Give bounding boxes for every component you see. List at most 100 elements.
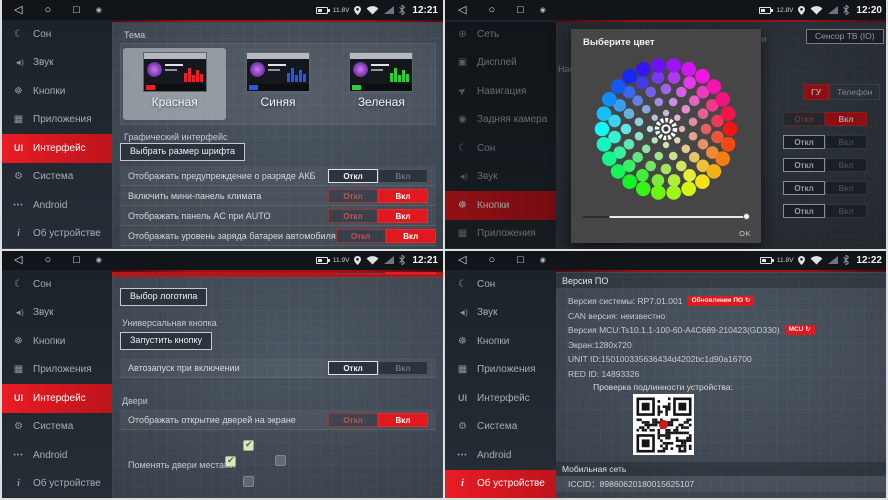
sidebar-item-label: Кнопки bbox=[33, 336, 65, 347]
screen-about-device: ◁ ○ □ ◉ 11.8V 12:22 ☾Сон◄)Звук☸Кнопки▦Пр… bbox=[444, 250, 888, 500]
sidebar-item[interactable]: UIИнтерфейс bbox=[0, 134, 112, 163]
update-badge[interactable]: MCU ↻ bbox=[785, 325, 815, 335]
sidebar-item[interactable]: iОб устройстве bbox=[444, 470, 556, 499]
toggle-label: Автозапуск при включении bbox=[128, 363, 240, 373]
on-button[interactable]: Вкл bbox=[378, 413, 428, 427]
system-icon: ⚙ bbox=[11, 171, 26, 182]
speaker-icon: ◄) bbox=[11, 308, 26, 317]
section-software-version: Версия ПО bbox=[556, 273, 888, 288]
location-icon bbox=[354, 256, 361, 265]
red-divider bbox=[112, 20, 444, 22]
on-button[interactable]: Вкл bbox=[378, 169, 428, 183]
screenshot-icon[interactable]: ◉ bbox=[96, 257, 102, 264]
back-icon[interactable]: ◁ bbox=[14, 5, 22, 16]
on-button[interactable]: Вкл bbox=[386, 229, 436, 243]
off-button[interactable]: Откл bbox=[336, 229, 386, 243]
back-icon[interactable]: ◁ bbox=[458, 5, 466, 16]
status-bar: ◁ ○ □ ◉ 11.9V 12:21 bbox=[0, 250, 444, 270]
sidebar-item[interactable]: ◄)Звук bbox=[0, 49, 112, 78]
door-checkbox-bottom[interactable] bbox=[243, 476, 254, 487]
sidebar-item-label: Звук bbox=[33, 307, 54, 318]
recents-icon[interactable]: □ bbox=[73, 255, 80, 266]
recents-icon[interactable]: □ bbox=[73, 5, 80, 16]
sidebar-item[interactable]: ⚙Система bbox=[0, 413, 112, 442]
door-checkbox-right[interactable] bbox=[275, 455, 286, 466]
sidebar-item[interactable]: •••Android bbox=[444, 441, 556, 470]
clock: 12:21 bbox=[412, 5, 438, 16]
sidebar-item[interactable]: ☸ Кнопки bbox=[0, 327, 112, 356]
info-row: Версия системы: RP7.01.001 Обновление ПО… bbox=[568, 294, 882, 309]
color-wheel[interactable] bbox=[586, 53, 746, 205]
brightness-slider[interactable] bbox=[583, 213, 749, 221]
info-row: UNIT ID:150100335636434d4202bc1d90a16700 bbox=[568, 352, 882, 367]
sidebar-item[interactable]: ▦Приложения bbox=[0, 106, 112, 135]
sidebar-item[interactable]: iОб устройстве bbox=[0, 220, 112, 249]
voltage-label: 11.8V bbox=[777, 257, 794, 264]
back-icon[interactable]: ◁ bbox=[14, 255, 22, 266]
sidebar-item[interactable]: ◄) Звук bbox=[0, 299, 112, 328]
theme-option[interactable]: Красная bbox=[123, 48, 226, 120]
home-icon[interactable]: ○ bbox=[44, 255, 51, 266]
sidebar-item[interactable]: ☸Кнопки bbox=[444, 327, 556, 356]
signal-icon bbox=[384, 6, 394, 14]
home-icon[interactable]: ○ bbox=[44, 5, 51, 16]
info-text: UNIT ID:150100335636434d4202bc1d90a16700 bbox=[568, 352, 752, 367]
dots-icon: ••• bbox=[11, 202, 26, 209]
sidebar-item[interactable]: •••Android bbox=[0, 441, 112, 470]
sidebar-item[interactable]: ☸Кнопки bbox=[0, 77, 112, 106]
sidebar-item[interactable]: ☾Сон bbox=[444, 270, 556, 299]
toggle-label: Отображать предупреждение о разряде АКБ bbox=[128, 171, 316, 181]
update-badge[interactable]: Обновление ПО ↻ bbox=[687, 296, 754, 306]
off-button[interactable]: Откл bbox=[328, 209, 378, 223]
sidebar-item-label: Сон bbox=[33, 279, 51, 290]
sidebar-item-label: Сон bbox=[477, 279, 495, 290]
autostart-row: Автозапуск при включении ОтклВкл bbox=[120, 358, 436, 378]
off-button[interactable]: Откл bbox=[328, 189, 378, 203]
sidebar-item-label: Интерфейс bbox=[477, 393, 530, 404]
sidebar-item[interactable]: UIИнтерфейс bbox=[0, 384, 112, 413]
sidebar-item[interactable]: ▦Приложения bbox=[444, 356, 556, 385]
recents-icon[interactable]: □ bbox=[517, 255, 524, 266]
sidebar-item-label: Сон bbox=[33, 29, 51, 40]
logo-select-button[interactable]: Выбор логотипа bbox=[120, 288, 207, 306]
info-text: Версия MCU:Ts10.1.1-100-60-A4C689-210423… bbox=[568, 323, 780, 338]
off-button[interactable]: Откл bbox=[328, 169, 378, 183]
theme-option[interactable]: Синяя bbox=[226, 48, 329, 120]
screenshot-icon[interactable]: ◉ bbox=[540, 7, 546, 14]
sidebar-item[interactable]: ▦Приложения bbox=[0, 356, 112, 385]
home-icon[interactable]: ○ bbox=[488, 255, 495, 266]
sidebar-item[interactable]: •••Android bbox=[0, 191, 112, 220]
dialog-title: Выберите цвет bbox=[583, 37, 655, 48]
on-button[interactable]: Вкл bbox=[378, 209, 428, 223]
home-icon[interactable]: ○ bbox=[488, 5, 495, 16]
back-icon[interactable]: ◁ bbox=[458, 255, 466, 266]
run-button[interactable]: Запустить кнопку bbox=[120, 332, 212, 350]
clock: 12:21 bbox=[412, 255, 438, 266]
font-size-button[interactable]: Выбрать размер шрифта bbox=[120, 143, 245, 161]
door-checkbox-top[interactable] bbox=[243, 440, 254, 451]
sidebar-item[interactable]: ☾ Сон bbox=[0, 270, 112, 299]
steering-wheel-icon: ☸ bbox=[11, 336, 26, 347]
door-checkbox-left[interactable] bbox=[225, 456, 236, 467]
off-button[interactable]: Откл bbox=[328, 361, 378, 375]
sidebar-item[interactable]: iОб устройстве bbox=[0, 470, 112, 499]
sidebar-item[interactable]: ⚙Система bbox=[0, 163, 112, 192]
sidebar-item[interactable]: ☾Сон bbox=[0, 20, 112, 49]
sidebar-item[interactable]: UI Интерфейс bbox=[444, 384, 556, 413]
theme-option[interactable]: Зеленая bbox=[330, 48, 433, 120]
apps-icon: ▦ bbox=[11, 364, 26, 375]
slider-thumb[interactable] bbox=[743, 213, 750, 220]
sidebar-item-label: Звук bbox=[33, 57, 54, 68]
on-button[interactable]: Вкл bbox=[378, 189, 428, 203]
sidebar-item[interactable]: ⚙Система bbox=[444, 413, 556, 442]
ok-button[interactable]: OK bbox=[739, 229, 751, 238]
screenshot-icon[interactable]: ◉ bbox=[540, 257, 546, 264]
theme-name: Зеленая bbox=[358, 95, 405, 109]
off-button[interactable]: Откл bbox=[328, 413, 378, 427]
recents-icon[interactable]: □ bbox=[517, 5, 524, 16]
on-button[interactable]: Вкл bbox=[378, 361, 428, 375]
ui-icon: UI bbox=[455, 393, 470, 403]
sidebar-item[interactable]: ◄)Звук bbox=[444, 299, 556, 328]
screenshot-icon[interactable]: ◉ bbox=[96, 7, 102, 14]
moon-icon: ☾ bbox=[11, 279, 26, 290]
